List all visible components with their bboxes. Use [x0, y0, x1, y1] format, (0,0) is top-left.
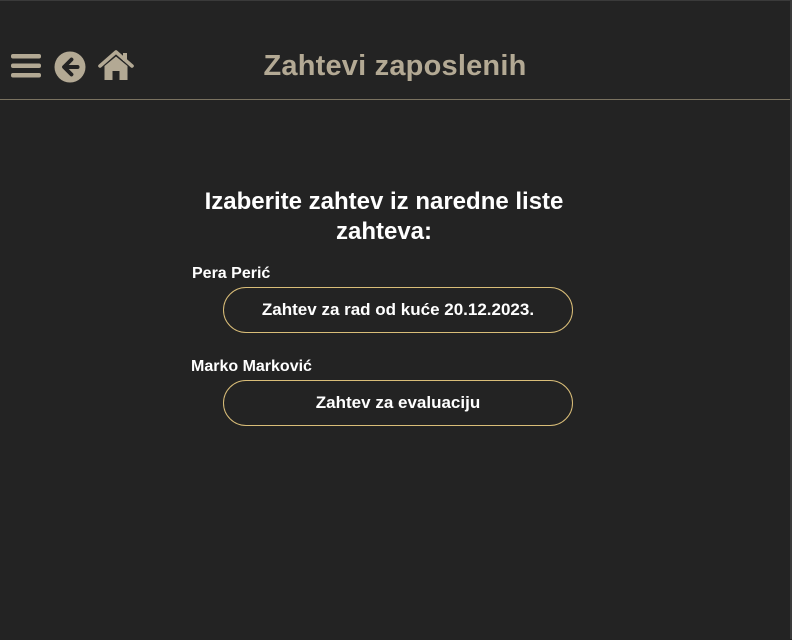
- page-title-text: Zahtevi zaposlenih: [263, 50, 527, 82]
- instruction-text: Izaberite zahtev iz naredne liste zahtev…: [204, 188, 564, 245]
- employee-name: Pera Perić: [192, 265, 271, 282]
- employee-name: Marko Marković: [191, 358, 312, 375]
- app-header: Zahtevi zaposlenih: [0, 1, 790, 100]
- request-button-evaluation[interactable]: Zahtev za evaluaciju: [223, 380, 573, 426]
- request-button-remote-work[interactable]: Zahtev za rad od kuće 20.12.2023.: [223, 287, 573, 333]
- page-title: Zahtevi zaposlenih: [0, 50, 790, 83]
- app-window: Zahtevi zaposlenih Izaberite zahtev iz n…: [0, 0, 792, 639]
